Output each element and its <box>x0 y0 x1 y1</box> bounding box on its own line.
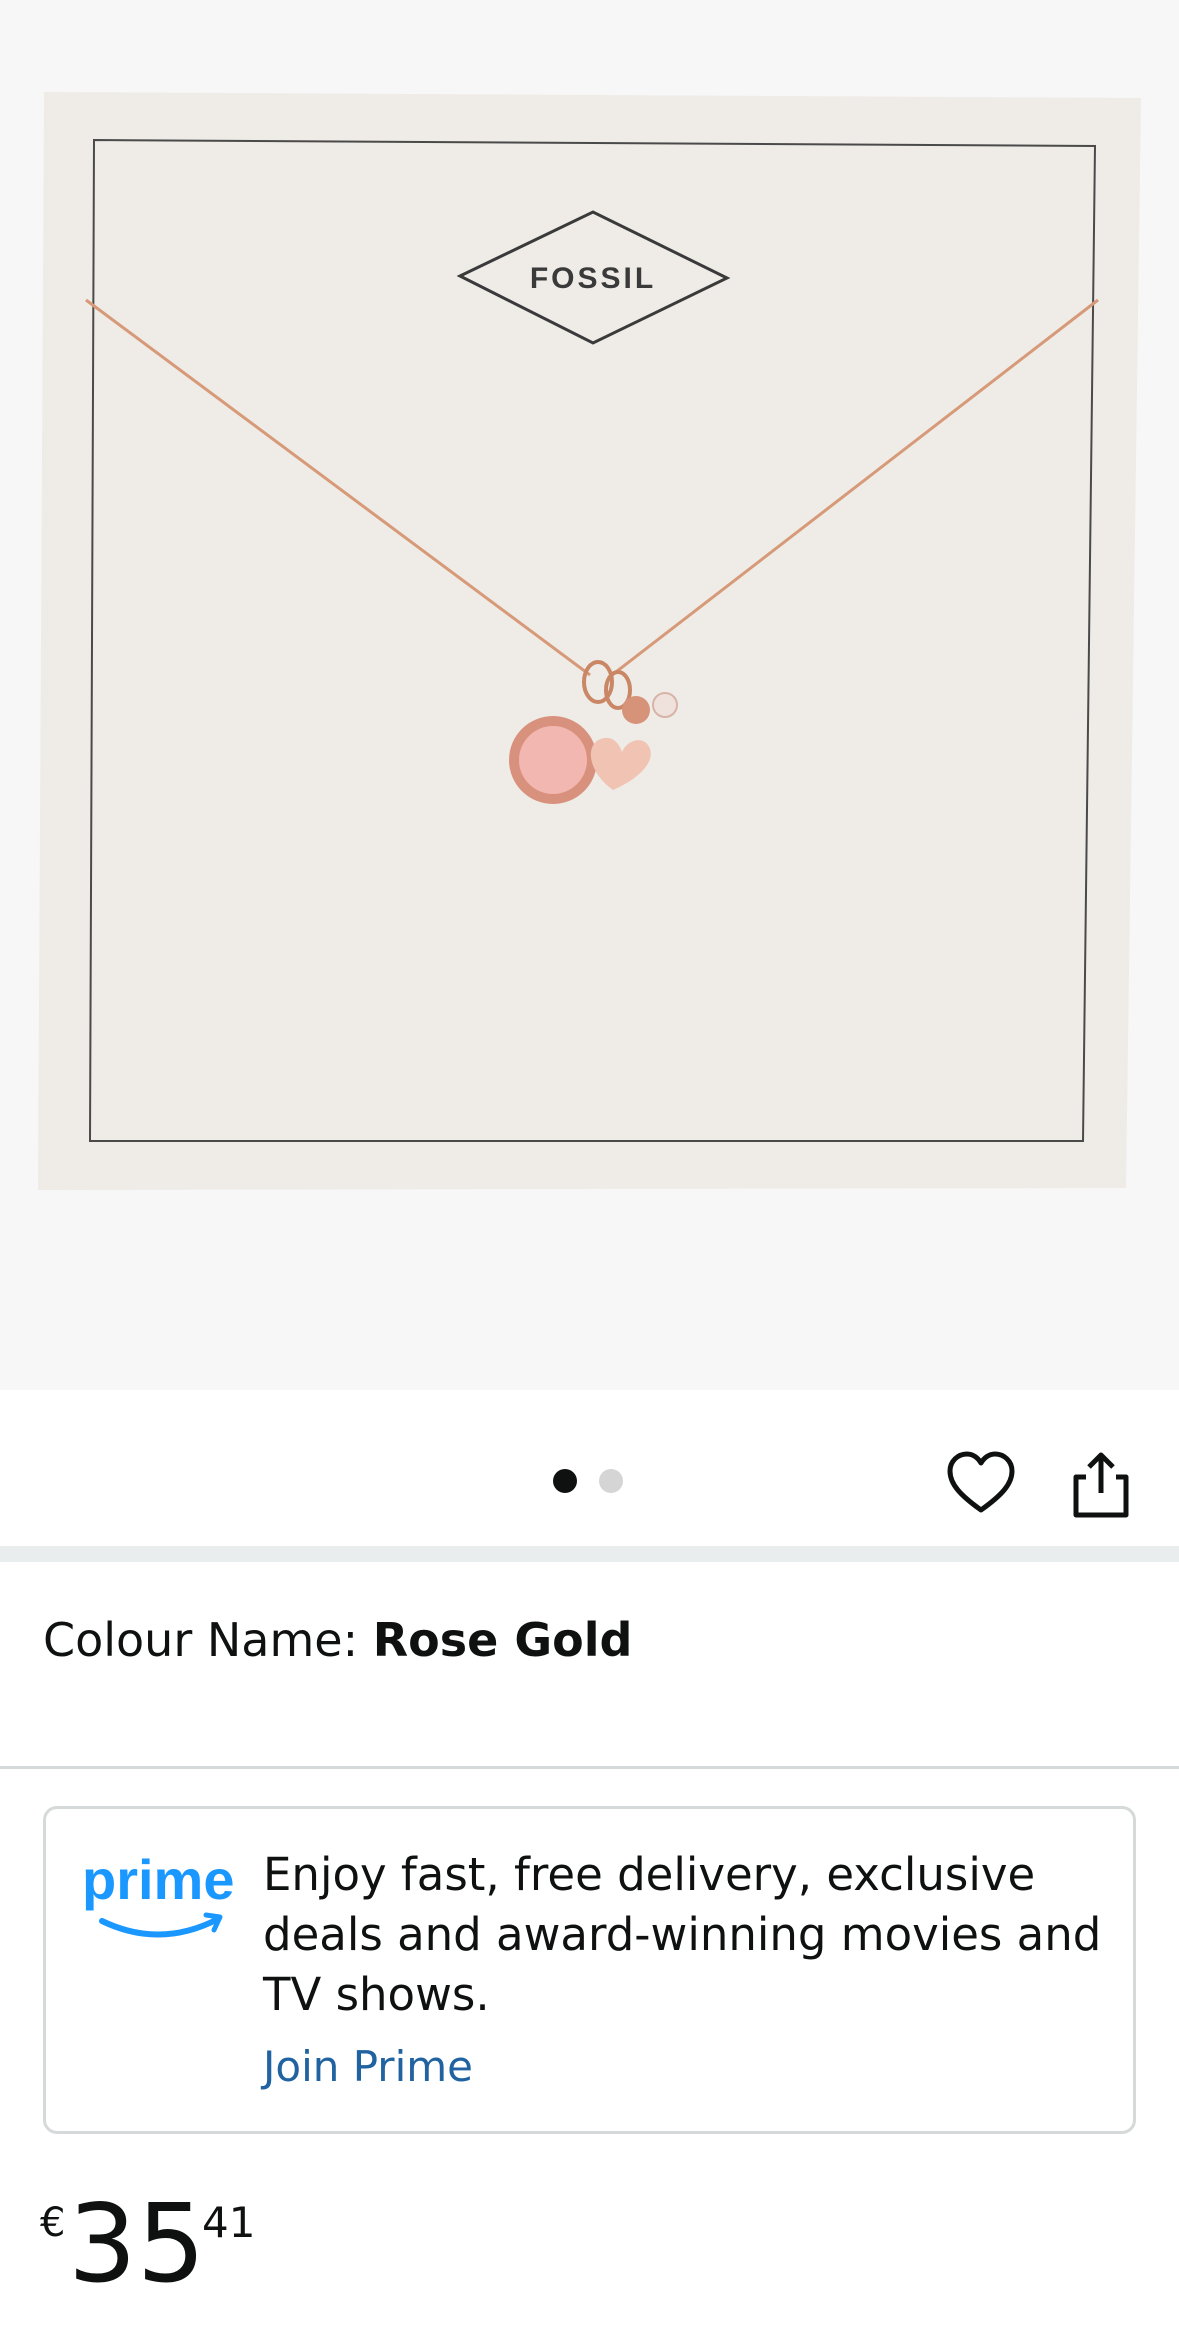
pearl-charm <box>652 692 678 718</box>
divider <box>0 1766 1179 1769</box>
heart-outline-icon[interactable] <box>946 1449 1016 1519</box>
share-icon[interactable] <box>1066 1449 1136 1519</box>
product-image-gallery[interactable]: FOSSIL <box>0 0 1179 1390</box>
prime-logo: prime <box>82 1849 235 1938</box>
image-pagination-dots[interactable] <box>553 1469 623 1493</box>
stone-charm <box>519 726 587 794</box>
prime-logo-text: prime <box>82 1849 235 1911</box>
section-separator <box>0 1546 1179 1562</box>
price-currency: € <box>40 2200 66 2246</box>
product-image[interactable]: FOSSIL <box>0 0 1179 1390</box>
prime-message: Enjoy fast, free delivery, exclusive dea… <box>263 1848 1102 2021</box>
colour-name-row: Colour Name: Rose Gold <box>43 1612 632 1668</box>
prime-smile-icon <box>99 1916 221 1938</box>
prime-promo-card[interactable]: prime Enjoy fast, free delivery, exclusi… <box>43 1806 1136 2134</box>
share-button[interactable] <box>1066 1449 1136 1519</box>
price-fraction: 41 <box>202 2198 256 2247</box>
wishlist-button[interactable] <box>946 1449 1016 1519</box>
join-prime-link[interactable]: Join Prime <box>263 2041 473 2093</box>
bead-charm <box>622 696 650 724</box>
colour-name-value: Rose Gold <box>372 1613 633 1667</box>
price-whole: 35 <box>68 2182 206 2307</box>
colour-name-label: Colour Name: <box>43 1613 373 1667</box>
pagination-dot[interactable] <box>599 1469 623 1493</box>
jewelry-card <box>38 92 1141 1190</box>
pagination-dot-active[interactable] <box>553 1469 577 1493</box>
brand-logo-text: FOSSIL <box>530 262 656 295</box>
